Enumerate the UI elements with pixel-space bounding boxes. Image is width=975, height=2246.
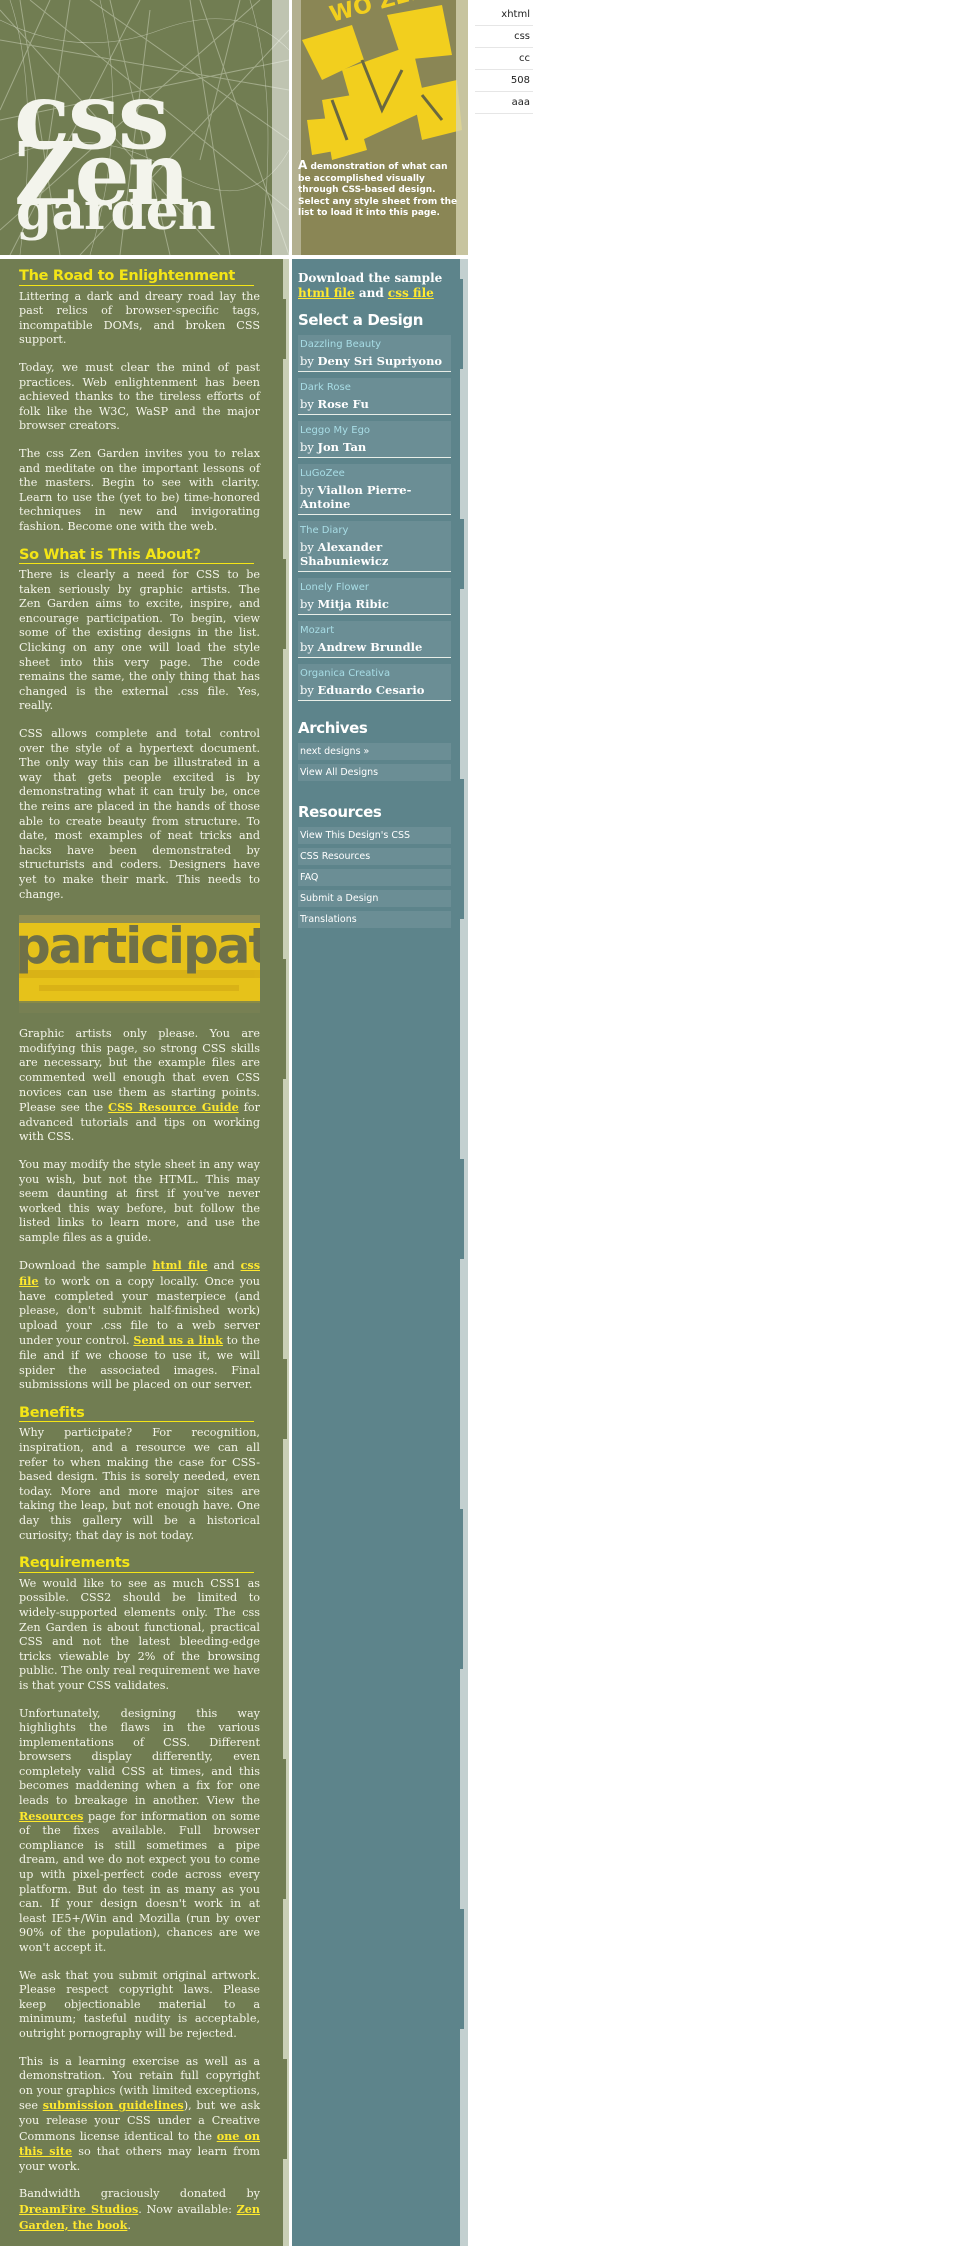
logo-panel: css Zen garden	[0, 0, 289, 255]
design-name-link[interactable]: Leggo My Ego	[300, 424, 449, 437]
section-508-link[interactable]: 508	[475, 71, 533, 92]
design-author: by Mitja Ribic	[300, 597, 389, 611]
design-name-link[interactable]: Mozart	[300, 624, 449, 637]
archives-next-designs-link[interactable]: next designs »	[298, 743, 451, 760]
section-title-benefits: Benefits	[19, 1406, 254, 1423]
design-item[interactable]: Dark Rose by Rose Fu	[298, 378, 451, 415]
resources-link[interactable]: Resources	[19, 1809, 83, 1823]
resource-view-css-link[interactable]: View This Design's CSS	[298, 827, 451, 844]
submission-guidelines-link[interactable]: submission guidelines	[43, 2098, 184, 2112]
header-summary: A demonstration of what can be accomplis…	[298, 158, 458, 220]
sidebar-css-file-link[interactable]: css file	[388, 286, 434, 300]
validation-links-nav: xhtml css cc 508 aaa	[475, 5, 533, 115]
resource-css-resources-link[interactable]: CSS Resources	[298, 848, 451, 865]
xhtml-validator-link[interactable]: xhtml	[475, 5, 533, 26]
archives-view-all-link[interactable]: View All Designs	[298, 764, 451, 781]
resource-submit-design-link[interactable]: Submit a Design	[298, 890, 451, 907]
design-author: by Andrew Brundle	[300, 640, 423, 654]
archives-title: Archives	[298, 719, 368, 737]
about-paragraph-1: There is clearly a need for CSS to be ta…	[19, 568, 260, 713]
logo-garden-text: garden	[16, 181, 216, 242]
design-author: by Rose Fu	[300, 397, 369, 411]
design-item[interactable]: Organica Creativa by Eduardo Cesario	[298, 664, 451, 701]
design-author: by Eduardo Cesario	[300, 683, 425, 697]
main-edge-texture	[279, 259, 289, 2246]
participate-word: participate	[19, 917, 260, 975]
design-name-link[interactable]: Organica Creativa	[300, 667, 449, 680]
design-name-link[interactable]: The Diary	[300, 524, 449, 537]
design-item[interactable]: Leggo My Ego by Jon Tan	[298, 421, 451, 458]
design-item[interactable]: Lonely Flower by Mitja Ribic	[298, 578, 451, 615]
resource-faq-link[interactable]: FAQ	[298, 869, 451, 886]
design-item[interactable]: Mozart by Andrew Brundle	[298, 621, 451, 658]
benefits-paragraph: Why participate? For recognition, inspir…	[19, 1426, 260, 1542]
design-name-link[interactable]: LuGoZee	[300, 467, 449, 480]
participate-banner-image: participate	[19, 915, 260, 1014]
creative-commons-link[interactable]: cc	[475, 49, 533, 70]
sidebar: Download the sample html file and css fi…	[292, 259, 468, 2246]
dreamfire-studios-link[interactable]: DreamFire Studios	[19, 2202, 138, 2216]
main-content: The Road to Enlightenment Littering a da…	[0, 259, 289, 2246]
design-author: by Viallon Pierre-Antoine	[300, 483, 412, 511]
design-item[interactable]: The Diary by Alexander Shabuniewicz	[298, 521, 451, 572]
design-author: by Deny Sri Supriyono	[300, 354, 443, 368]
css-resource-guide-link[interactable]: CSS Resource Guide	[108, 1100, 239, 1114]
participate-paragraph-1: Graphic artists only please. You are mod…	[19, 1027, 261, 1144]
design-name-link[interactable]: Lonely Flower	[300, 581, 449, 594]
css-validator-link[interactable]: css	[475, 27, 533, 48]
send-us-a-link-link[interactable]: Send us a link	[133, 1333, 223, 1347]
section-title-about: So What is This About?	[19, 547, 254, 565]
section-title-enlightenment: The Road to Enlightenment	[19, 269, 254, 286]
design-name-link[interactable]: Dark Rose	[300, 381, 449, 394]
select-design-title: Select a Design	[298, 311, 424, 329]
requirements-paragraph-2: Unfortunately, designing this way highli…	[19, 1706, 260, 1955]
design-item[interactable]: Dazzling Beauty by Deny Sri Supriyono	[298, 335, 451, 372]
requirements-paragraph-3: We ask that you submit original artwork.…	[19, 1968, 260, 2040]
sidebar-html-file-link[interactable]: html file	[298, 286, 355, 300]
design-author: by Jon Tan	[300, 440, 367, 454]
header-summary-panel: WO ZEN A demonstration of what can be ac…	[292, 0, 468, 255]
resources-title: Resources	[298, 803, 382, 821]
design-author: by Alexander Shabuniewicz	[300, 540, 389, 568]
download-prefix: Download the sample	[298, 271, 443, 285]
html-file-link[interactable]: html file	[152, 1258, 207, 1272]
design-name-link[interactable]: Dazzling Beauty	[300, 338, 449, 351]
summary-first-letter: A	[298, 158, 308, 172]
design-item[interactable]: LuGoZee by Viallon Pierre-Antoine	[298, 464, 451, 515]
enlightenment-paragraph-3: The css Zen Garden invites you to relax …	[19, 446, 260, 533]
enlightenment-paragraph-2: Today, we must clear the mind of past pr…	[19, 360, 260, 433]
sidebar-edge-texture	[456, 259, 468, 2246]
resource-translations-link[interactable]: Translations	[298, 911, 451, 928]
sidebar-download-line: Download the sample html file and css fi…	[298, 271, 451, 301]
participate-paragraph-2: You may modify the style sheet in any wa…	[19, 1157, 260, 1244]
enlightenment-paragraph-1: Littering a dark and dreary road lay the…	[19, 289, 260, 347]
participate-paragraph-3: Download the sample html file and css fi…	[19, 1258, 261, 1392]
requirements-paragraph-5: Bandwidth graciously donated by DreamFir…	[19, 2187, 260, 2232]
summary-text: demonstration of what can be accomplishe…	[298, 162, 458, 218]
about-paragraph-2: CSS allows complete and total control ov…	[19, 727, 260, 901]
requirements-paragraph-4: This is a learning exercise as well as a…	[19, 2054, 260, 2173]
download-and: and	[358, 286, 384, 300]
section-title-requirements: Requirements	[19, 1556, 254, 1573]
wcag-aaa-link[interactable]: aaa	[475, 93, 533, 114]
requirements-paragraph-1: We would like to see as much CSS1 as pos…	[19, 1576, 261, 1692]
